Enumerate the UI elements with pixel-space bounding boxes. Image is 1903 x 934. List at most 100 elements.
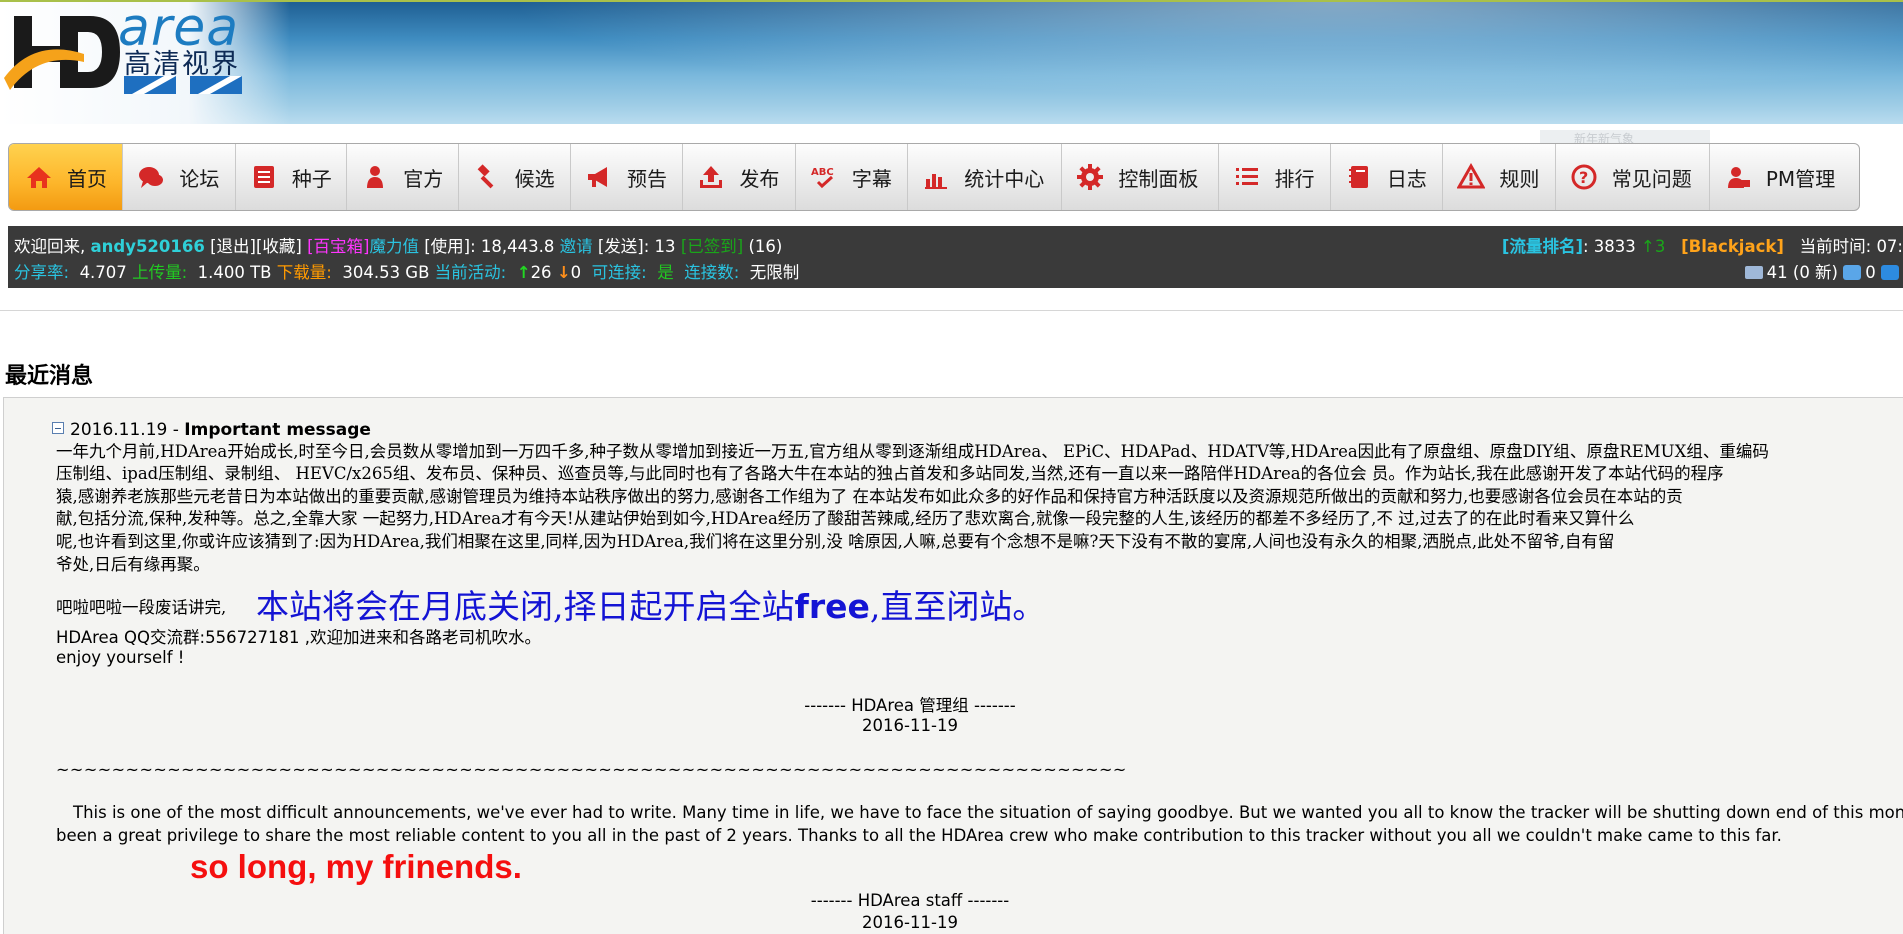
nav-item-preview[interactable]: 预告	[571, 144, 684, 210]
nav-item-logs[interactable]: 日志	[1331, 144, 1444, 210]
traffic-rank-link[interactable]: [流量排名]	[1502, 237, 1583, 256]
signed-count: (16)	[748, 237, 783, 256]
download-value: 304.53 GB	[342, 263, 430, 282]
welcome-text: 欢迎回来,	[14, 237, 86, 256]
rank-change: ↑3	[1641, 237, 1666, 256]
nav-item-official[interactable]: 官方	[347, 144, 459, 210]
collapse-icon[interactable]	[52, 422, 64, 434]
time-label: 当前时间:	[1799, 237, 1872, 256]
hd-logo-icon[interactable]	[4, 8, 122, 98]
news-paragraph-line: 猿,感谢养老族那些元老昔日为本站做出的重要贡献,感谢管理员为维持本站秩序做出的努…	[56, 487, 1683, 506]
ratio-label: 分享率:	[14, 263, 70, 282]
section-title: 最近消息	[5, 363, 94, 389]
magic-label: 魔力值	[369, 237, 419, 256]
svg-text:?: ?	[1579, 168, 1588, 187]
nav-item-pm[interactable]: PM管理	[1710, 144, 1859, 210]
news-paragraph-line: 爷处,日后有缘再聚。	[56, 555, 210, 574]
signed-in-link[interactable]: [已签到]	[681, 237, 743, 256]
news-headline: Important message	[184, 420, 371, 440]
site-banner: area 高清视界	[0, 0, 1903, 124]
leeching-arrow-icon: ↓	[556, 263, 571, 282]
signature-en-date: 2016-11-19	[862, 913, 958, 932]
tilde-separator: ~~~~~~~~~~~~~~~~~~~~~~~~~~~~~~~~~~~~~~~~…	[56, 760, 1127, 779]
treasure-box-link[interactable]: [百宝箱]	[307, 237, 369, 256]
closing-pre: 本站将会在月底关闭,择日起开启全站	[256, 587, 795, 626]
news-paragraph-line: 献,包括分流,保种,发种等。总之,全靠大家 一起努力,HDArea才有今天!从建…	[56, 509, 1635, 528]
divider	[0, 310, 1903, 311]
user-info-right-1: [流量排名]: 3833 ↑3 [Blackjack] 当前时间: 07:	[1502, 233, 1903, 257]
seeding-count[interactable]: 26	[531, 263, 552, 282]
user-info-line-2: 分享率: 4.707 上传量: 1.400 TB 下载量: 304.53 GB …	[14, 259, 799, 283]
news-sep: -	[167, 420, 185, 440]
send-invite-link[interactable]: [发送]	[598, 237, 644, 256]
nav-item-stats[interactable]: 统计中心	[908, 144, 1063, 210]
news-heading: 2016.11.19 - Important message	[52, 420, 371, 440]
username-link[interactable]: andy520166	[91, 237, 205, 256]
nav-item-rules[interactable]: 规则	[1443, 144, 1556, 210]
nav-item-candidates[interactable]: 候选	[459, 144, 572, 210]
news-paragraph-line: 一年九个月前,HDArea开始成长,时至今日,会员数从零增加到一万四千多,种子数…	[56, 442, 1769, 461]
upload-value: 1.400 TB	[197, 263, 272, 282]
activity-label: 当前活动:	[434, 263, 507, 282]
message-count[interactable]: 0	[1865, 263, 1876, 282]
closing-announcement: 本站将会在月底关闭,择日起开启全站free,直至闭站。	[256, 580, 1045, 628]
nav-item-forum[interactable]: 论坛	[123, 144, 236, 210]
invite-count: : 13	[643, 237, 676, 256]
download-label: 下载量:	[276, 263, 332, 282]
nav-item-home[interactable]: 首页	[9, 144, 124, 210]
closing-post: ,直至闭站。	[869, 587, 1046, 626]
english-line-1: This is one of the most difficult announ…	[73, 803, 1903, 822]
seeding-arrow-icon: ↑	[516, 263, 531, 282]
invite-label: 邀请	[559, 237, 593, 256]
nav-item-ranking[interactable]: 排行	[1219, 144, 1331, 210]
time-value: 07:	[1876, 237, 1903, 256]
gavel-icon	[477, 164, 493, 189]
warning-icon	[1457, 163, 1486, 189]
use-magic-link[interactable]: [使用]	[424, 237, 470, 256]
leeching-count[interactable]: 0	[571, 263, 582, 282]
farewell-line: so long, my frinends.	[190, 848, 522, 885]
chat-bubble-icon	[139, 167, 164, 188]
signature-en: ------- HDArea staff -------	[810, 891, 1010, 910]
signature-cn: ------- HDArea 管理组 -------	[804, 696, 1016, 715]
pm-user-icon	[1727, 167, 1750, 188]
magic-value: : 18,443.8	[470, 237, 555, 256]
nav-item-torrents[interactable]: 种子	[236, 144, 348, 210]
connections-value: 无限制	[749, 263, 800, 282]
logo-stripes-icon	[124, 76, 242, 94]
connectable-value: 是	[657, 263, 674, 282]
closing-free: free	[794, 587, 870, 626]
nav-item-upload[interactable]: 发布	[683, 144, 796, 210]
home-icon	[27, 167, 51, 188]
qq-group-line: HDArea QQ交流群:556727181 ,欢迎加进来和各路老司机吹水。	[56, 628, 542, 647]
spellcheck-icon: ABC	[811, 167, 834, 189]
upload-label: 上传量:	[132, 263, 188, 282]
list-icon	[253, 166, 274, 188]
logout-link[interactable]: [退出]	[210, 237, 256, 256]
favorites-link[interactable]: [收藏]	[256, 237, 302, 256]
english-line-2: been a great privilege to share the most…	[56, 826, 1782, 845]
upload-icon	[700, 166, 723, 188]
nav-item-control-panel[interactable]: 控制面板	[1062, 144, 1219, 210]
main-nav: 首页 论坛 种子 官方 候选 预告 发布 ABC 字幕 统计中心 控制面板 排行	[8, 143, 1860, 211]
blackjack-link[interactable]: [Blackjack]	[1681, 237, 1784, 256]
megaphone-icon	[588, 167, 608, 187]
news-paragraph-line: 呢,也许看到这里,你或许应该猜到了:因为HDArea,我们相聚在这里,同样,因为…	[56, 532, 1615, 551]
nav-item-faq[interactable]: ? 常见问题	[1556, 144, 1710, 210]
ranked-list-icon	[1235, 168, 1258, 185]
enjoy-line: enjoy yourself !	[56, 648, 185, 667]
traffic-rank-value: : 3833	[1583, 237, 1636, 256]
rss-icon[interactable]	[1881, 265, 1899, 280]
message-icon[interactable]	[1843, 265, 1862, 280]
bar-chart-icon	[925, 174, 948, 189]
mail-count[interactable]: 41 (0 新)	[1767, 263, 1838, 282]
news-paragraph-line: 压制组、ipad压制组、录制组、 HEVC/x265组、发布员、保种员、巡查员等…	[56, 464, 1724, 483]
svg-text:ABC: ABC	[811, 167, 834, 178]
connections-label: 连接数:	[684, 263, 740, 282]
nav-item-subtitles[interactable]: ABC 字幕	[796, 144, 909, 210]
question-icon: ?	[1571, 164, 1597, 190]
mail-icon[interactable]	[1744, 266, 1763, 279]
user-info-right-2: 41 (0 新) 0	[1744, 259, 1903, 283]
signature-cn-date: 2016-11-19	[862, 716, 958, 735]
banner-sky	[280, 2, 1903, 124]
